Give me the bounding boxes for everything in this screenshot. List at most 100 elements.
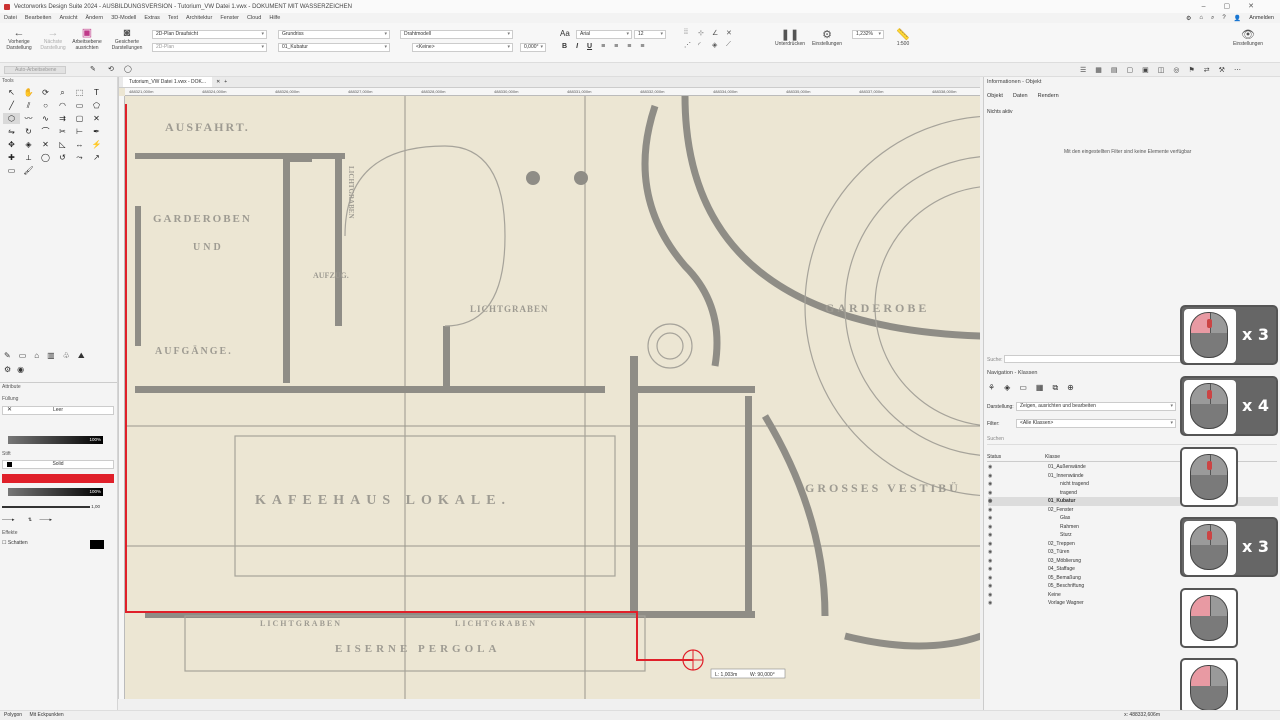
nav-objects-icon[interactable]: ⧉ <box>1052 383 1058 393</box>
nav-refs-icon[interactable]: ⊕ <box>1067 383 1074 393</box>
visibility-eye-icon[interactable]: ◉ <box>988 591 992 600</box>
fillet-tool-icon[interactable]: ⌒ <box>37 126 54 137</box>
workplane-button[interactable]: ▣ Arbeitsebene ausrichten <box>70 27 104 51</box>
polygon-tool-icon[interactable]: ⬡ <box>3 113 20 124</box>
align-left-icon[interactable]: ≡ <box>601 43 605 50</box>
italic-button[interactable]: I <box>576 43 578 50</box>
visibility-icon[interactable]: ◎ <box>1173 66 1179 74</box>
circle-tool-icon[interactable]: ○ <box>37 100 54 111</box>
clip-tool-icon[interactable]: ✕ <box>37 139 54 150</box>
text-tool-icon[interactable]: T <box>88 87 105 98</box>
line-tool-icon[interactable]: ╱ <box>3 100 20 111</box>
nav-layers-icon[interactable]: ◈ <box>1004 383 1010 393</box>
eyedropper-tool-icon[interactable]: ✒ <box>88 126 105 137</box>
snap-surface-icon[interactable]: ◈ <box>712 41 726 49</box>
hatch-tool-icon[interactable]: ⟂ <box>20 152 37 163</box>
snap-object-icon[interactable]: ⊹ <box>698 29 712 37</box>
double-line-tool-icon[interactable]: ⫽ <box>20 100 37 111</box>
shadow-swatch[interactable] <box>90 540 104 549</box>
fill-select[interactable]: ✕ Leer <box>2 406 114 415</box>
rounded-rect-tool-icon[interactable]: ▢ <box>71 113 88 124</box>
layer-view-icon[interactable]: ▤ <box>1111 66 1118 74</box>
class-select[interactable]: 01_Kubatur <box>278 43 390 52</box>
menu-ansicht[interactable]: Ansicht <box>59 15 77 21</box>
nav-sheets-icon[interactable]: ▭ <box>1019 383 1027 393</box>
menu-extras[interactable]: Extras <box>144 15 160 21</box>
visibility-eye-icon[interactable]: ◉ <box>988 497 992 506</box>
font-select[interactable]: Arial <box>576 30 632 39</box>
projection-select[interactable]: Grundriss <box>278 30 390 39</box>
arrow-tool-icon[interactable]: ↗ <box>88 152 105 163</box>
visibility-eye-icon[interactable]: ◉ <box>988 540 992 549</box>
layer-select[interactable]: <Keine> <box>412 43 513 52</box>
flag-icon[interactable]: ⚑ <box>1189 66 1195 74</box>
align-center-icon[interactable]: ≡ <box>614 43 618 50</box>
polyline-tool-icon[interactable]: 〰 <box>20 113 37 124</box>
visibility-eye-icon[interactable]: ◉ <box>988 599 992 608</box>
oval-tool-icon[interactable]: ◯ <box>37 152 54 163</box>
spiral-tool-icon[interactable]: ↺ <box>54 152 71 163</box>
auto-workplane-button[interactable]: Auto-Arbeitsebene <box>4 66 66 74</box>
refresh-icon[interactable]: ⟲ <box>108 65 114 73</box>
split-tool-icon[interactable]: ✕ <box>88 113 105 124</box>
polygon-fill-tool-icon[interactable]: ⬠ <box>88 100 105 111</box>
info-search-input[interactable] <box>1004 355 1184 363</box>
pen-color-swatch[interactable] <box>2 474 114 483</box>
prev-view-button[interactable]: ← Vorherige Darstellung <box>4 27 34 51</box>
menu-datei[interactable]: Datei <box>4 15 17 21</box>
render-select[interactable]: Drahtmodell <box>400 30 513 39</box>
drawing-area[interactable]: Tutorium_VW Datei 1.vwx - DOK... ✕ + 488… <box>118 77 980 699</box>
login-link[interactable]: Anmelden <box>1249 15 1274 21</box>
snap-distance-icon[interactable]: ⋰ <box>684 41 698 49</box>
rotate-tool-icon[interactable]: ↻ <box>20 126 37 137</box>
bold-button[interactable]: B <box>562 43 567 50</box>
horizontal-ruler[interactable]: 488321,000m 488324,000m 488326,000m 488327,… <box>125 88 980 96</box>
visibility-eye-icon[interactable]: ◉ <box>988 463 992 472</box>
reshape-tool-icon[interactable]: ◈ <box>20 139 37 150</box>
menu-aendern[interactable]: Ändern <box>86 15 104 21</box>
dims-toolset-icon[interactable]: ⚙ <box>4 365 11 374</box>
select-tool-icon[interactable]: ↖ <box>3 87 20 98</box>
dimension-tool-icon[interactable]: ↔ <box>71 139 88 150</box>
close-tab-icon[interactable]: ✕ <box>216 77 220 87</box>
menu-bearbeiten[interactable]: Bearbeiten <box>25 15 52 21</box>
visibility-eye-icon[interactable]: ◉ <box>988 548 992 557</box>
visibility-eye-icon[interactable]: ◉ <box>988 489 992 498</box>
justify-icon[interactable]: ≡ <box>640 43 644 50</box>
menu-fenster[interactable]: Fenster <box>220 15 239 21</box>
grid-icon[interactable]: ▦ <box>1095 66 1102 74</box>
pan-tool-icon[interactable]: ✋ <box>20 87 37 98</box>
pen-select[interactable]: Solid <box>2 460 114 469</box>
visibility-eye-icon[interactable]: ◉ <box>988 480 992 489</box>
home-icon[interactable]: ⌂ <box>1199 15 1203 21</box>
snap-working-icon[interactable]: ⟋ <box>726 41 740 49</box>
visibility-eye-icon[interactable]: ◉ <box>988 557 992 566</box>
menu-text[interactable]: Text <box>168 15 178 21</box>
filter-select[interactable]: <Alle Klassen> <box>1016 419 1176 428</box>
fill-opacity-slider[interactable]: 100% <box>8 436 103 444</box>
snap-angle-icon[interactable]: ∠ <box>712 29 726 37</box>
locus-tool-icon[interactable]: ✚ <box>3 152 20 163</box>
visibility-eye-icon[interactable]: ◉ <box>988 574 992 583</box>
class-search-input[interactable]: Suchen <box>987 436 1277 445</box>
settings-icon[interactable]: ⚙ <box>1186 15 1191 22</box>
landscape-toolset-icon[interactable]: ♧ <box>63 351 70 365</box>
render-toolset-icon[interactable]: ◉ <box>17 365 24 374</box>
basic-toolset-icon[interactable]: ✎ <box>4 351 11 365</box>
visibility-eye-icon[interactable]: ◉ <box>988 472 992 481</box>
zoom-tool-icon[interactable]: ⌕ <box>54 87 71 98</box>
visibility-eye-icon[interactable]: ◉ <box>988 523 992 532</box>
search-icon[interactable]: ⌕ <box>1211 15 1214 22</box>
line-weight-select[interactable]: 1,00 <box>2 503 114 511</box>
menu-3d-modell[interactable]: 3D-Modell <box>111 15 136 21</box>
curve-tool-icon[interactable]: ⤳ <box>71 152 88 163</box>
underline-button[interactable]: U <box>587 43 592 50</box>
sheet-icon[interactable]: ▣ <box>1142 66 1149 74</box>
shadow-checkbox[interactable]: ☐ <box>2 540 6 546</box>
snap-tangent-icon[interactable]: ◜ <box>698 41 712 49</box>
visibility-eye-icon[interactable]: ◉ <box>988 582 992 591</box>
help-icon[interactable]: ? <box>1222 15 1225 21</box>
view-select[interactable]: 2D-Plan Draufsicht <box>152 30 267 39</box>
snap-settings-button[interactable]: ⚙ Einstellungen <box>808 29 846 47</box>
fit-icon[interactable]: ◫ <box>1158 66 1165 74</box>
